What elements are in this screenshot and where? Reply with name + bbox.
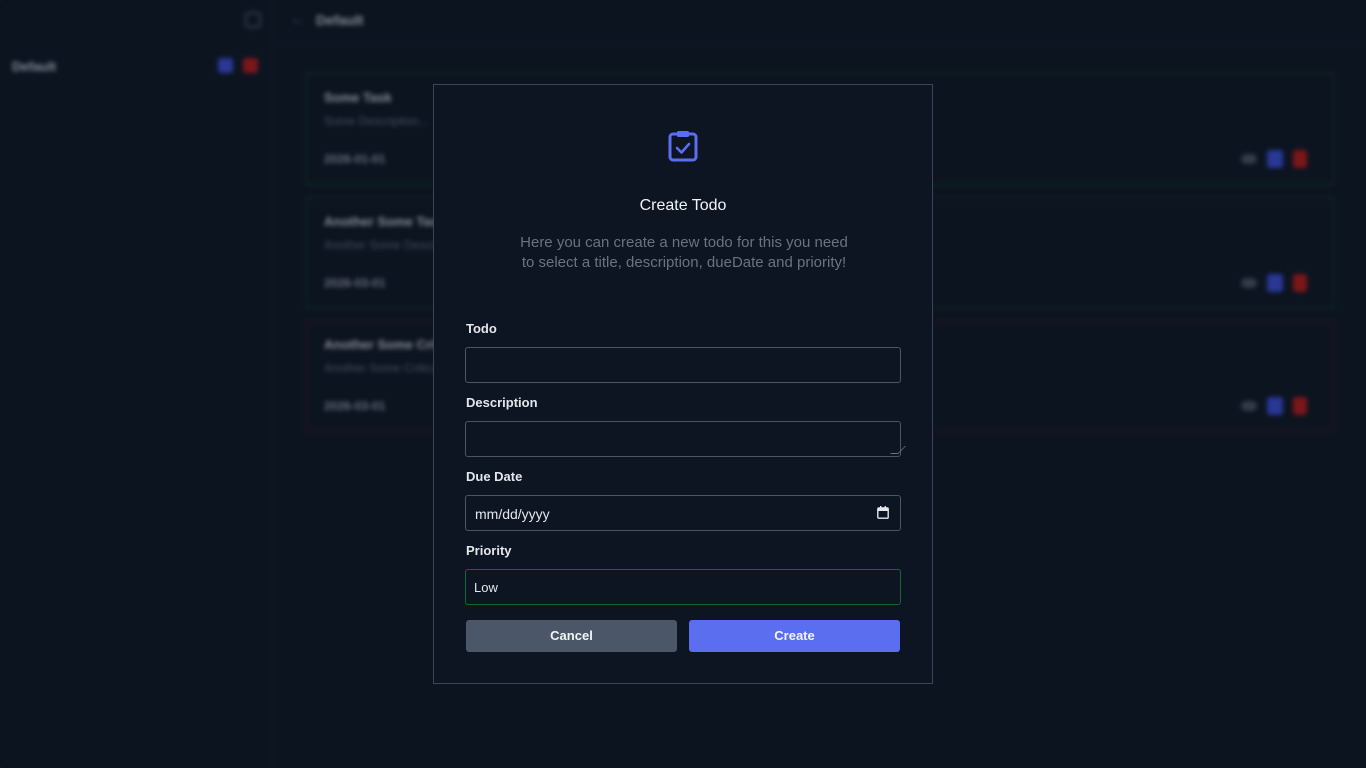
description-textarea[interactable] [465,421,906,457]
create-todo-modal: Create Todo Here you can create a new to… [433,84,933,684]
priority-label: Priority [466,543,512,558]
todo-input[interactable] [465,347,901,383]
cancel-button[interactable]: Cancel [466,620,677,652]
resize-grip-icon[interactable] [890,446,906,454]
due-date-placeholder: mm/dd/yyyy [475,506,550,522]
clipboard-check-icon [668,131,698,162]
priority-select[interactable]: Low [465,569,901,605]
due-date-input[interactable]: mm/dd/yyyy [465,495,901,531]
calendar-icon[interactable] [877,506,889,519]
todo-label: Todo [466,321,497,336]
modal-title: Create Todo [639,197,727,214]
priority-value: Low [474,580,498,595]
modal-subtitle: Here you can create a new todo for this … [520,234,848,271]
description-label: Description [466,395,538,410]
create-button[interactable]: Create [689,620,900,652]
due-date-label: Due Date [466,469,523,484]
